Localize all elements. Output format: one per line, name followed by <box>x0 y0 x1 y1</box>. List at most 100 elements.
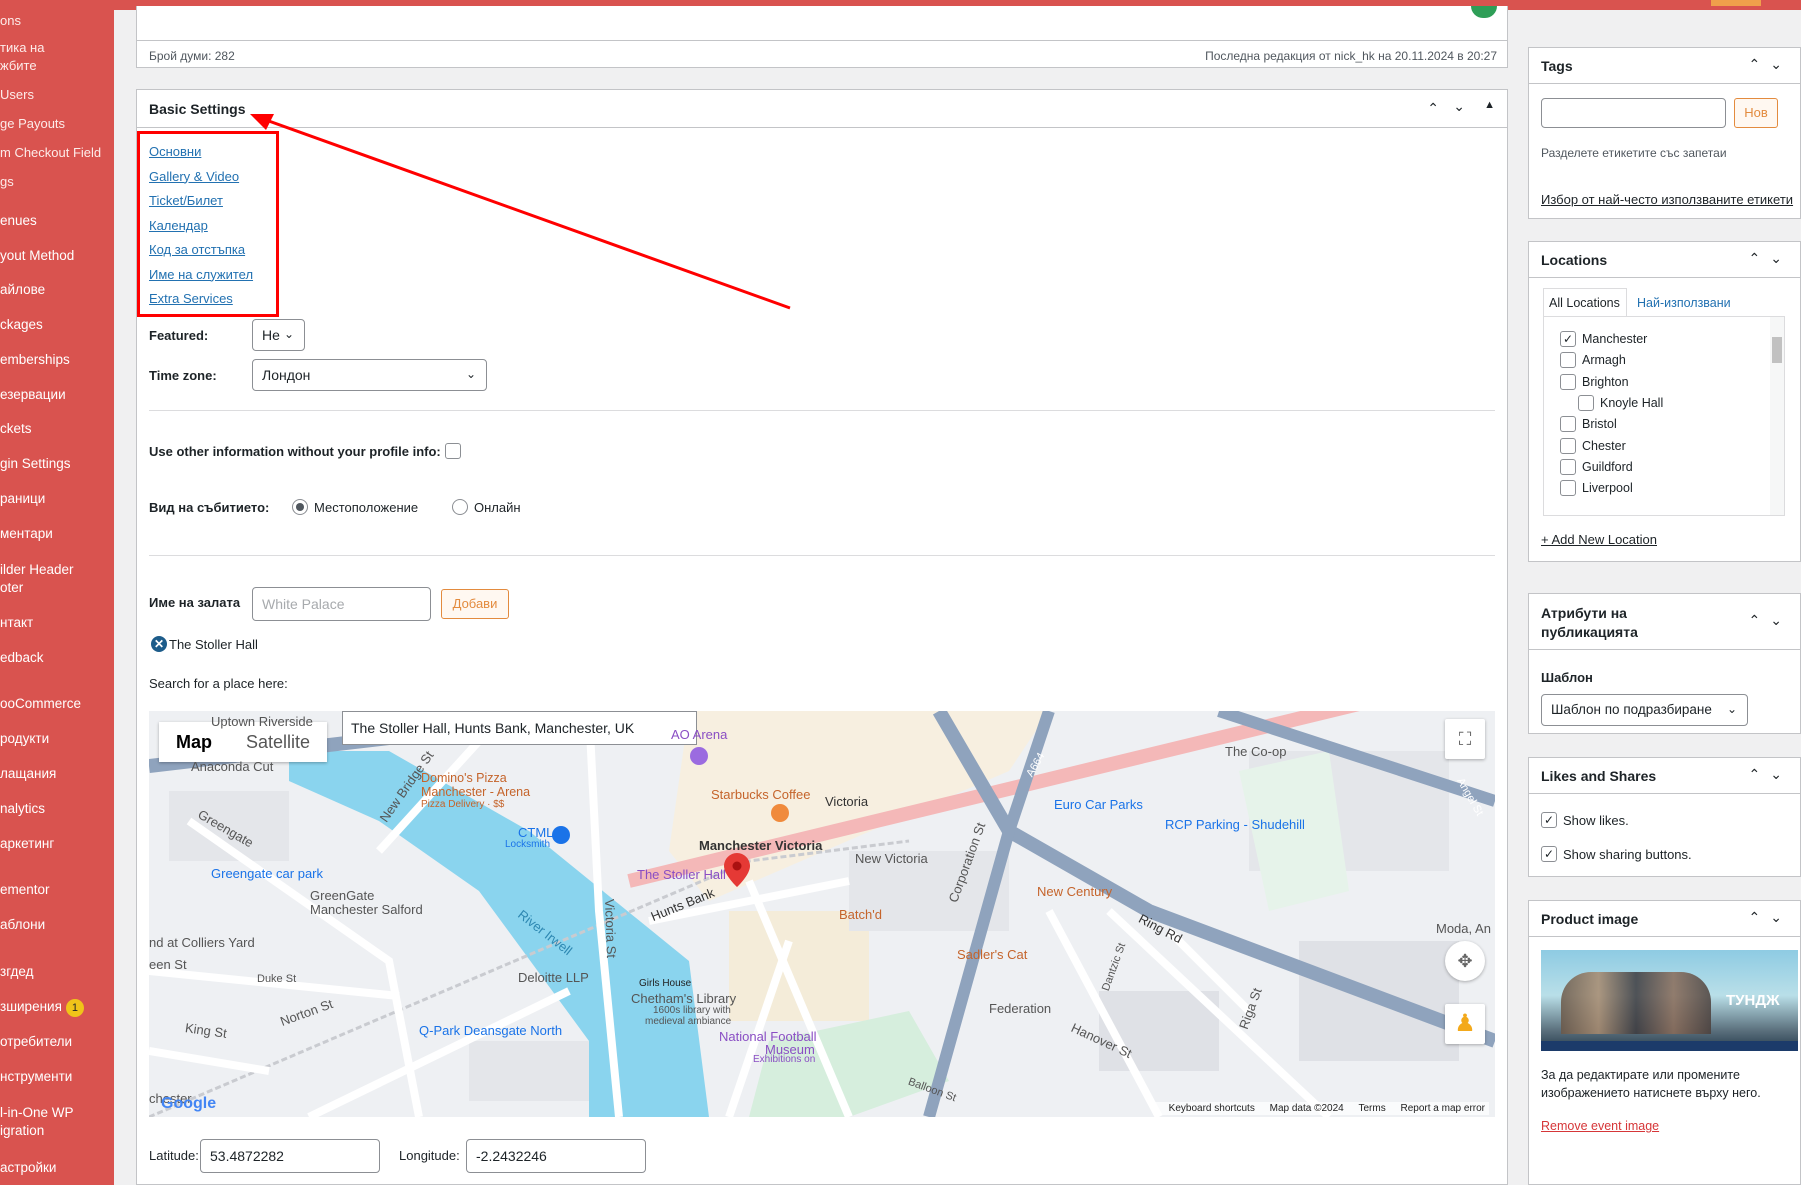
sidebar-item[interactable]: nalytics <box>0 800 114 818</box>
tag-input[interactable] <box>1541 98 1726 128</box>
sidebar-item[interactable]: ons <box>0 12 114 30</box>
sidebar-item[interactable]: gs <box>0 173 114 191</box>
move-up-icon[interactable]: ⌃ <box>1427 100 1439 117</box>
sidebar-item[interactable]: аркетинг <box>0 835 114 853</box>
sidebar-item[interactable]: тика на <box>0 39 114 57</box>
sidebar-item[interactable]: ementor <box>0 881 114 899</box>
latitude-input[interactable]: 53.4872282 <box>200 1139 380 1173</box>
popular-tags-link[interactable]: Избор от най-често използваните етикети <box>1541 192 1793 207</box>
cafe-icon <box>771 804 789 822</box>
location-label: Brighton <box>1582 374 1629 389</box>
sidebar-item[interactable]: l-in-One WP <box>0 1104 114 1122</box>
timezone-select[interactable]: Лондон ⌄ <box>252 359 487 391</box>
sidebar-item[interactable]: ckages <box>0 316 114 334</box>
location-checkbox[interactable] <box>1578 394 1594 411</box>
fullscreen-icon[interactable]: ⛶ <box>1445 719 1485 759</box>
sidebar-item[interactable]: жбите <box>0 57 114 75</box>
sidebar-item[interactable]: emberships <box>0 351 114 369</box>
google-map[interactable]: Map Satellite The Stoller Hall, Hunts Ba… <box>149 711 1495 1117</box>
locations-box: Locations ⌃⌄ All Locations Най-използвани… <box>1528 241 1801 562</box>
location-label: Knoyle Hall <box>1600 395 1664 410</box>
sidebar-item[interactable]: Users <box>0 86 114 104</box>
sidebar-item[interactable]: згдед <box>0 963 114 981</box>
sidebar-item[interactable]: edback <box>0 649 114 667</box>
sidebar-item[interactable]: астройки <box>0 1159 114 1177</box>
event-type-location-radio[interactable] <box>292 499 308 515</box>
tags-box: Tags ⌃⌄ Нов Разделете етикетите със запет… <box>1528 47 1801 219</box>
box-order-arrows-icon[interactable]: ⌃⌄ <box>1749 56 1792 73</box>
remove-hall-icon[interactable]: ✕ <box>151 636 167 652</box>
map-search-input[interactable]: The Stoller Hall, Hunts Bank, Manchester… <box>342 711 697 745</box>
location-checkbox[interactable] <box>1560 416 1576 433</box>
event-poster-image[interactable]: ТУНДЖ <box>1541 950 1798 1051</box>
sidebar-item[interactable]: ментари <box>0 525 114 543</box>
add-new-location-link[interactable]: + Add New Location <box>1541 532 1657 547</box>
timezone-label: Time zone: <box>149 368 217 383</box>
poster-info-strip <box>1541 1041 1798 1051</box>
box-order-arrows-icon[interactable]: ⌃⌄ <box>1749 250 1792 267</box>
editor-bottom-edge <box>136 6 1508 42</box>
tab-popular-locations[interactable]: Най-използвани <box>1637 296 1731 310</box>
sidebar-item[interactable]: родукти <box>0 730 114 748</box>
remove-image-link[interactable]: Remove event image <box>1541 1119 1659 1133</box>
sidebar-item[interactable]: айлове <box>0 281 114 299</box>
longitude-input[interactable]: -2.2432246 <box>466 1139 646 1173</box>
scrollbar[interactable] <box>1770 317 1784 515</box>
template-select[interactable]: Шаблон по подразбиране ⌄ <box>1541 694 1748 726</box>
sidebar-item[interactable]: отребители <box>0 1033 114 1051</box>
search-place-label: Search for a place here: <box>149 676 288 691</box>
sidebar-item[interactable]: gin Settings <box>0 455 114 473</box>
street-view-pegman-icon[interactable]: ♟ <box>1445 1004 1485 1044</box>
add-tag-button[interactable]: Нов <box>1734 98 1778 128</box>
show-sharing-checkbox[interactable]: ✓ <box>1541 846 1557 862</box>
box-order-arrows-icon[interactable]: ⌃⌄ <box>1749 612 1792 629</box>
sidebar-item[interactable]: аблони <box>0 916 114 934</box>
sidebar-item[interactable]: yout Method <box>0 247 114 265</box>
location-checkbox[interactable] <box>1560 352 1576 369</box>
show-sharing-label: Show sharing buttons. <box>1563 847 1692 862</box>
sidebar-item[interactable]: igration <box>0 1122 114 1140</box>
scrollbar-thumb[interactable] <box>1772 337 1782 363</box>
sidebar-item[interactable]: oter <box>0 579 114 597</box>
hall-name-input[interactable]: White Palace <box>252 587 431 621</box>
map-label: Pizza Delivery · $$ <box>421 799 505 810</box>
editor-status-bar: Брой думи: 282 Последна редакция от nick… <box>136 40 1508 68</box>
sidebar-item[interactable]: ge Payouts <box>0 115 114 133</box>
box-order-arrows-icon[interactable]: ⌃⌄ <box>1749 766 1792 783</box>
sidebar-item[interactable]: нструменти <box>0 1068 114 1086</box>
featured-select[interactable]: Не ⌄ <box>252 319 305 351</box>
grammar-check-icon[interactable] <box>1471 6 1497 18</box>
keyboard-shortcuts-link[interactable]: Keyboard shortcuts <box>1169 1103 1255 1114</box>
sidebar-item[interactable]: ckets <box>0 420 114 438</box>
add-hall-button[interactable]: Добави <box>441 589 509 619</box>
location-checkbox[interactable]: ✓ <box>1560 331 1576 347</box>
map-label: Sadler's Cat <box>957 947 1028 962</box>
sidebar-item[interactable]: enues <box>0 212 114 230</box>
hall-item-label: The Stoller Hall <box>169 637 258 652</box>
poster-figures <box>1561 972 1711 1034</box>
move-down-icon[interactable]: ⌄ <box>1453 98 1465 115</box>
location-checkbox[interactable] <box>1560 437 1576 454</box>
location-checkbox[interactable] <box>1560 458 1576 475</box>
terms-link[interactable]: Terms <box>1359 1103 1386 1114</box>
sidebar-item[interactable]: ilder Header <box>0 561 114 579</box>
box-order-arrows-icon[interactable]: ⌃⌄ <box>1749 909 1792 926</box>
sidebar-item-plugins[interactable]: зширения 1 <box>0 998 114 1017</box>
sidebar-item[interactable]: ooCommerce <box>0 695 114 713</box>
event-type-online-radio[interactable] <box>452 499 468 515</box>
event-type-location-label: Местоположение <box>314 500 419 515</box>
sidebar-item[interactable]: m Checkout Field <box>0 144 114 162</box>
show-likes-checkbox[interactable]: ✓ <box>1541 812 1557 828</box>
featured-label: Featured: <box>149 328 209 343</box>
report-error-link[interactable]: Report a map error <box>1401 1103 1485 1114</box>
other-info-checkbox[interactable] <box>445 443 461 459</box>
camera-control-icon[interactable]: ✥ <box>1445 941 1485 981</box>
location-checkbox[interactable] <box>1560 373 1576 390</box>
sidebar-item[interactable]: раници <box>0 490 114 508</box>
sidebar-item[interactable]: езервации <box>0 386 114 404</box>
location-checkbox[interactable] <box>1560 480 1576 497</box>
sidebar-item[interactable]: лащания <box>0 765 114 783</box>
tab-all-locations[interactable]: All Locations <box>1543 288 1627 316</box>
collapse-icon[interactable]: ▲ <box>1484 99 1495 111</box>
sidebar-item[interactable]: нтакт <box>0 614 114 632</box>
